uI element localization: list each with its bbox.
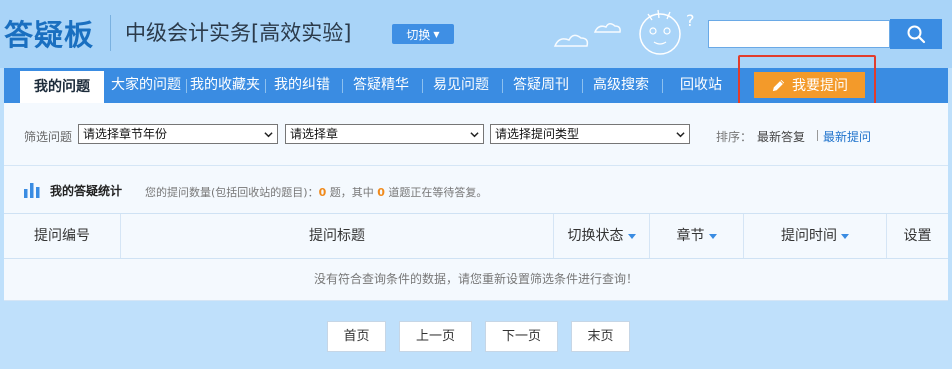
course-title: 中级会计实务[高效实验] [125,21,352,45]
column-header-id: 提问编号 [34,228,90,244]
prev-page-button[interactable]: 上一页 [399,321,472,352]
chevron-down-icon [264,132,273,138]
nav-item-my-questions[interactable]: 我的问题 [20,71,104,103]
last-page-button[interactable]: 末页 [571,321,630,352]
chapter-year-select[interactable]: 请选择章节年份 [78,124,278,144]
caret-down-icon: ▼ [433,29,440,39]
filter-label: 筛选问题 [24,130,73,144]
column-header-chapter-label: 章节 [676,228,705,244]
switch-label: 切换 [406,27,431,42]
chevron-down-icon [470,132,479,138]
stats-title: 我的答疑统计 [50,184,123,198]
bar-chart-icon [24,183,40,198]
nav-item-corrections[interactable]: 我的纠错 [266,68,338,103]
stats-summary: 您的提问数量(包括回收站的题目)：0 题，其中 0 道题正在等待答复。 [145,184,487,200]
nav-item-advanced-search[interactable]: 高级搜索 [583,68,659,103]
empty-message: 没有符合查询条件的数据，请您重新设置筛选条件进行查询！ [4,259,948,301]
chapter-select-value: 请选择章 [290,127,339,141]
stats-text-after: 道题正在等待答复。 [384,186,488,199]
svg-text:?: ? [686,11,695,30]
sort-caret-icon [708,233,717,239]
nav-item-weekly[interactable]: 答疑周刊 [503,68,579,103]
cartoon-decoration-icon: ? [553,9,695,55]
column-header-title: 提问标题 [309,228,365,244]
nav-item-highlights[interactable]: 答疑精华 [343,68,419,103]
question-type-select-value: 请选择提问类型 [495,127,580,141]
chapter-year-select-value: 请选择章节年份 [83,127,168,141]
filter-bar: 筛选问题 请选择章节年份 请选择章 请选择提问类型 排序： 最新答复 最新提问 [4,103,948,165]
sort-label: 排序： [716,130,753,144]
logo[interactable]: 答疑板 [4,12,94,54]
header-divider [110,15,111,51]
column-header-time-label: 提问时间 [781,228,837,244]
nav-item-favorites[interactable]: 我的收藏夹 [187,68,263,103]
column-header-status-label: 切换状态 [567,228,624,244]
table-header: 提问编号 提问标题 切换状态 章节 提问时间 设置 [4,213,948,259]
stats-text-before: 您的提问数量(包括回收站的题目)： [145,186,319,199]
sort-caret-icon [841,233,849,239]
column-header-settings: 设置 [903,228,932,244]
nav-item-recycle-bin[interactable]: 回收站 [663,68,739,103]
search-button[interactable] [890,19,942,49]
chapter-select[interactable]: 请选择章 [285,124,484,144]
nav-item-everyone-questions[interactable]: 大家的问题 [106,68,186,103]
column-header-chapter[interactable]: 章节 [650,214,743,258]
stats-count-waiting: 0 [377,186,385,199]
next-page-button[interactable]: 下一页 [485,321,558,352]
nav-item-common-questions[interactable]: 易见问题 [423,68,499,103]
sort-latest-question[interactable]: 最新提问 [823,128,871,145]
first-page-button[interactable]: 首页 [327,321,386,352]
sort-separator [817,130,818,141]
highlight-box [738,55,876,109]
stats-panel: 我的答疑统计 您的提问数量(包括回收站的题目)：0 题，其中 0 道题正在等待答… [4,165,948,213]
column-header-status[interactable]: 切换状态 [554,214,649,258]
switch-course-button[interactable]: 切换 ▼ [392,24,454,44]
search-input[interactable] [708,20,890,48]
question-type-select[interactable]: 请选择提问类型 [490,124,690,144]
search-icon [907,25,926,44]
column-header-time[interactable]: 提问时间 [744,214,886,258]
sort-caret-icon [627,233,636,239]
sort-latest-reply[interactable]: 最新答复 [757,128,805,145]
stats-text-mid: 题，其中 [326,186,378,199]
chevron-down-icon [676,132,685,138]
